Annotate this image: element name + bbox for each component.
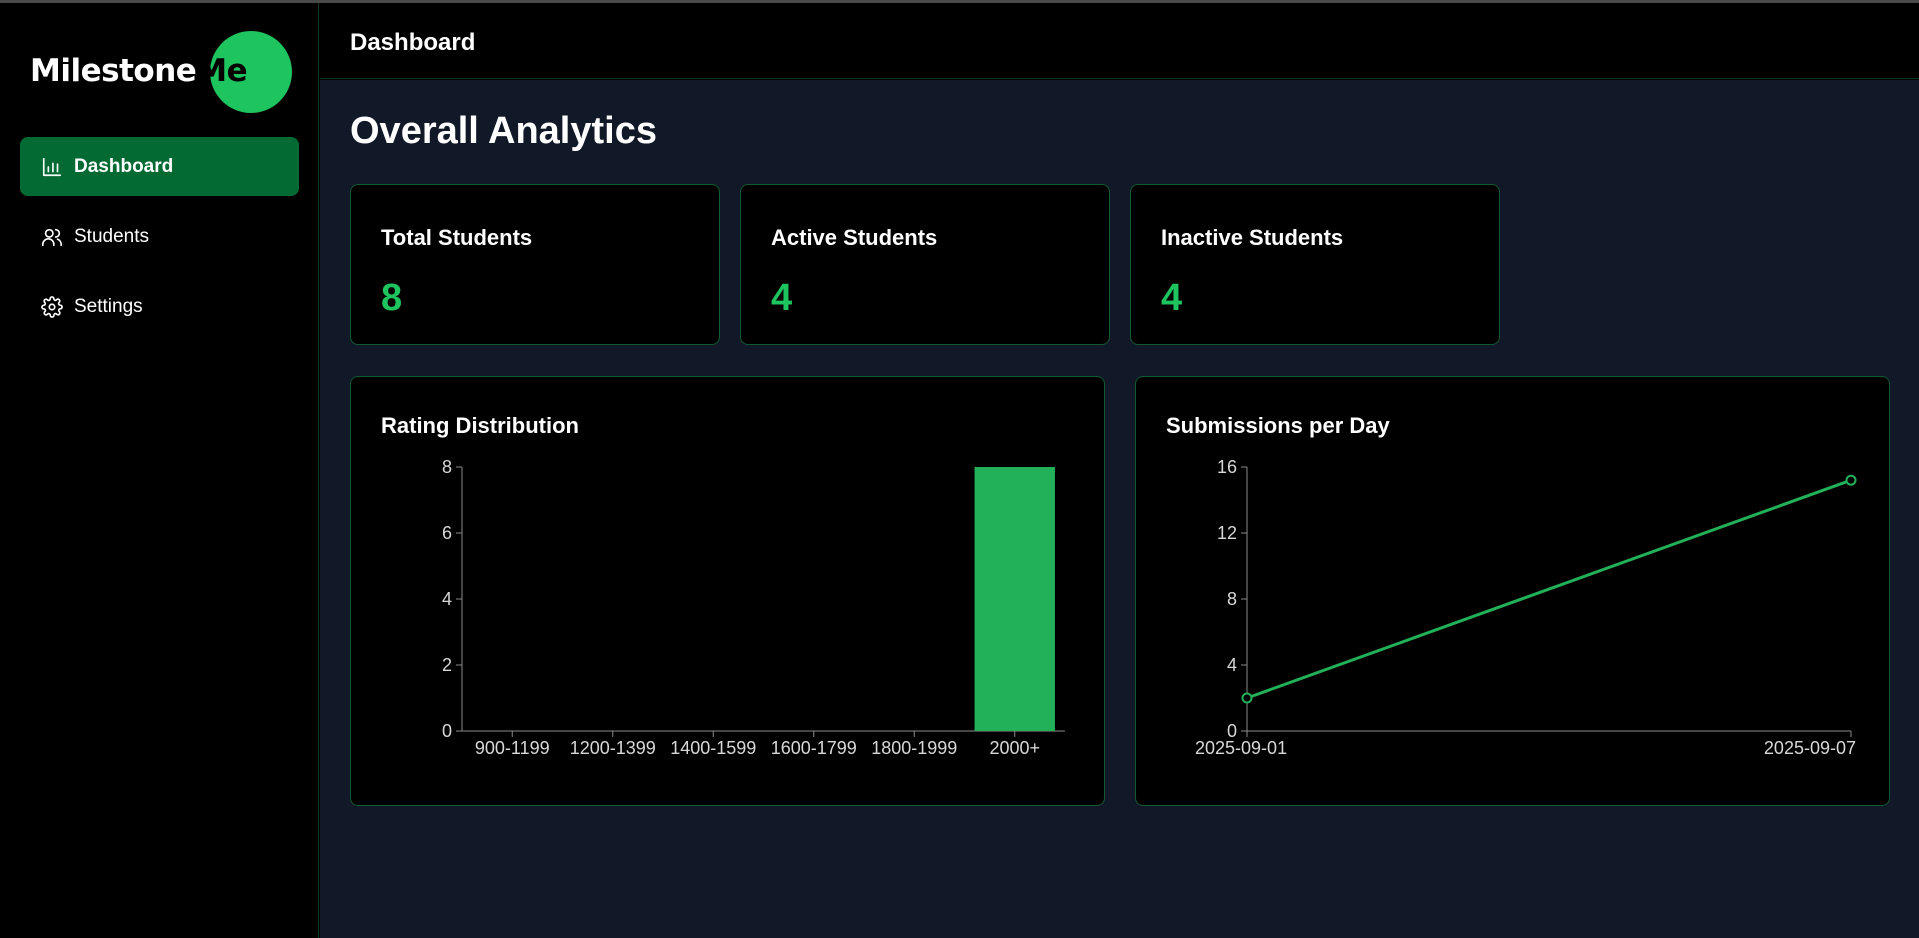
submissions-per-day-chart: 04812162025-09-01 2025-09-07 [1195,457,1857,758]
header-title: Dashboard [350,29,476,56]
sidebar: MilestoneMe Dashboard Students Settings [0,3,319,938]
x-tick-label: 1600-1799 [771,738,857,758]
stat-card-inactive-students: Inactive Students 4 [1130,184,1500,345]
stat-label: Inactive Students [1161,225,1344,250]
stat-value: 8 [381,277,403,319]
stat-card-active-students: Active Students 4 [740,184,1110,345]
y-tick-label: 16 [1217,457,1237,477]
y-tick-label: 4 [442,589,452,609]
logo-text-part2: Me [196,53,248,89]
x-tick-label: 2025-09-07 [1764,738,1856,758]
x-tick-label: 900-1199 [475,738,550,758]
app-logo[interactable]: MilestoneMe [30,31,292,113]
sidebar-item-settings[interactable]: Settings [20,277,299,336]
logo-text-part1: Milestone [30,53,197,89]
x-tick-label: 2000+ [989,738,1040,758]
rating-distribution-card: Rating Distribution 0 2 4 6 8 900-1199 1200-13… [350,376,1105,806]
main-content: Overall Analytics Total Students 8 Activ… [320,80,1919,938]
page-title: Overall Analytics [350,110,657,152]
sidebar-item-dashboard[interactable]: Dashboard [20,137,299,196]
sidebar-item-label: Students [74,225,149,247]
logo-text: MilestoneMe [30,53,248,89]
submissions-per-day-card: Submissions per Day 0 4 8 12 16 2025-09-01 202… [1135,376,1890,806]
y-tick-label: 12 [1217,523,1237,543]
y-tick-label: 6 [442,523,452,543]
stat-label: Total Students [381,225,533,250]
bar-chart-icon [40,155,64,179]
data-point [1241,692,1253,704]
y-tick-label: 4 [1227,655,1237,675]
y-tick-label: 8 [1227,589,1237,609]
rating-distribution-chart: 0 2 4 6 8 900-1199 1200-1399 1400-1599 1600-1799… [442,457,1065,758]
y-tick-label: 8 [442,457,452,477]
x-tick-label: 2025-09-01 [1195,738,1287,758]
sidebar-item-students[interactable]: Students [20,207,299,266]
data-point [1845,474,1857,486]
sidebar-nav: Dashboard Students Settings [20,137,299,347]
stat-value: 4 [1161,277,1183,319]
top-header: Dashboard [320,3,1919,79]
x-tick-label: 1200-1399 [570,738,656,758]
y-tick-label: 0 [442,721,452,741]
x-tick-label: 1400-1599 [670,738,756,758]
stat-card-total-students: Total Students 8 [350,184,720,345]
x-tick-label: 1800-1999 [871,738,957,758]
bar [974,467,1055,731]
series-line [1246,478,1852,700]
stat-value: 4 [771,277,793,319]
users-icon [40,225,64,249]
stat-label: Active Students [771,225,938,250]
y-tick-label: 2 [442,655,452,675]
gear-icon [40,295,64,319]
sidebar-item-label: Settings [74,295,143,317]
sidebar-item-label: Dashboard [74,155,174,177]
